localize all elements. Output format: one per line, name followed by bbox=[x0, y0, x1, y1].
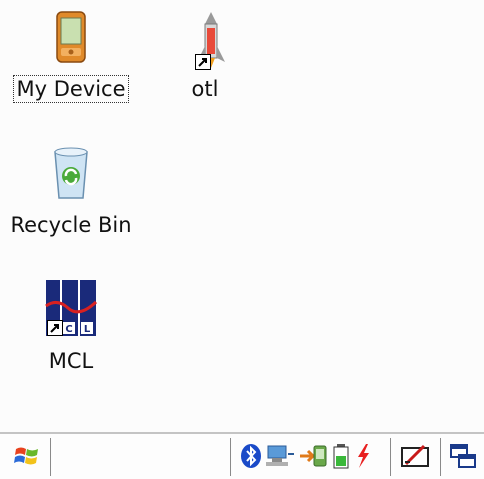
bluetooth-icon[interactable] bbox=[238, 442, 264, 470]
desktop: My Device otl Recycle Bin C L MCL bbox=[0, 0, 484, 432]
desktop-icon-my-device[interactable]: My Device bbox=[6, 6, 136, 103]
taskbar-separator bbox=[440, 438, 444, 476]
battery-icon[interactable] bbox=[330, 442, 352, 470]
input-panel-icon bbox=[401, 444, 429, 467]
taskbar bbox=[0, 432, 484, 479]
desktop-icon-mcl[interactable]: C L MCL bbox=[6, 278, 136, 374]
sync-icon[interactable] bbox=[298, 442, 328, 470]
input-panel-button[interactable] bbox=[396, 440, 434, 472]
taskbar-separator bbox=[50, 438, 54, 476]
power-icon[interactable] bbox=[352, 442, 374, 470]
rocket-shortcut-icon bbox=[177, 6, 233, 76]
desktop-icon-recycle-bin[interactable]: Recycle Bin bbox=[6, 142, 136, 238]
window-switcher-button[interactable] bbox=[446, 440, 480, 472]
desktop-icon-label: Recycle Bin bbox=[10, 213, 132, 237]
shortcut-arrow-icon bbox=[195, 54, 211, 70]
windows-flag-icon bbox=[14, 447, 38, 465]
taskbar-separator bbox=[230, 438, 234, 476]
desktop-icon-label: otl bbox=[191, 77, 219, 101]
shortcut-arrow-icon bbox=[47, 320, 63, 336]
start-button[interactable] bbox=[8, 440, 46, 472]
desktop-icon-otl[interactable]: otl bbox=[140, 6, 270, 102]
pda-device-icon bbox=[43, 6, 99, 76]
desktop-icon-label: My Device bbox=[13, 75, 129, 103]
taskbar-separator bbox=[390, 438, 394, 476]
recycle-bin-icon bbox=[43, 142, 99, 212]
window-switcher-icon bbox=[450, 444, 476, 468]
svg-text:L: L bbox=[84, 324, 91, 335]
mcl-shortcut-icon: C L bbox=[43, 278, 99, 348]
network-icon[interactable] bbox=[264, 442, 296, 470]
desktop-icon-label: MCL bbox=[48, 349, 94, 373]
svg-text:C: C bbox=[65, 324, 72, 335]
